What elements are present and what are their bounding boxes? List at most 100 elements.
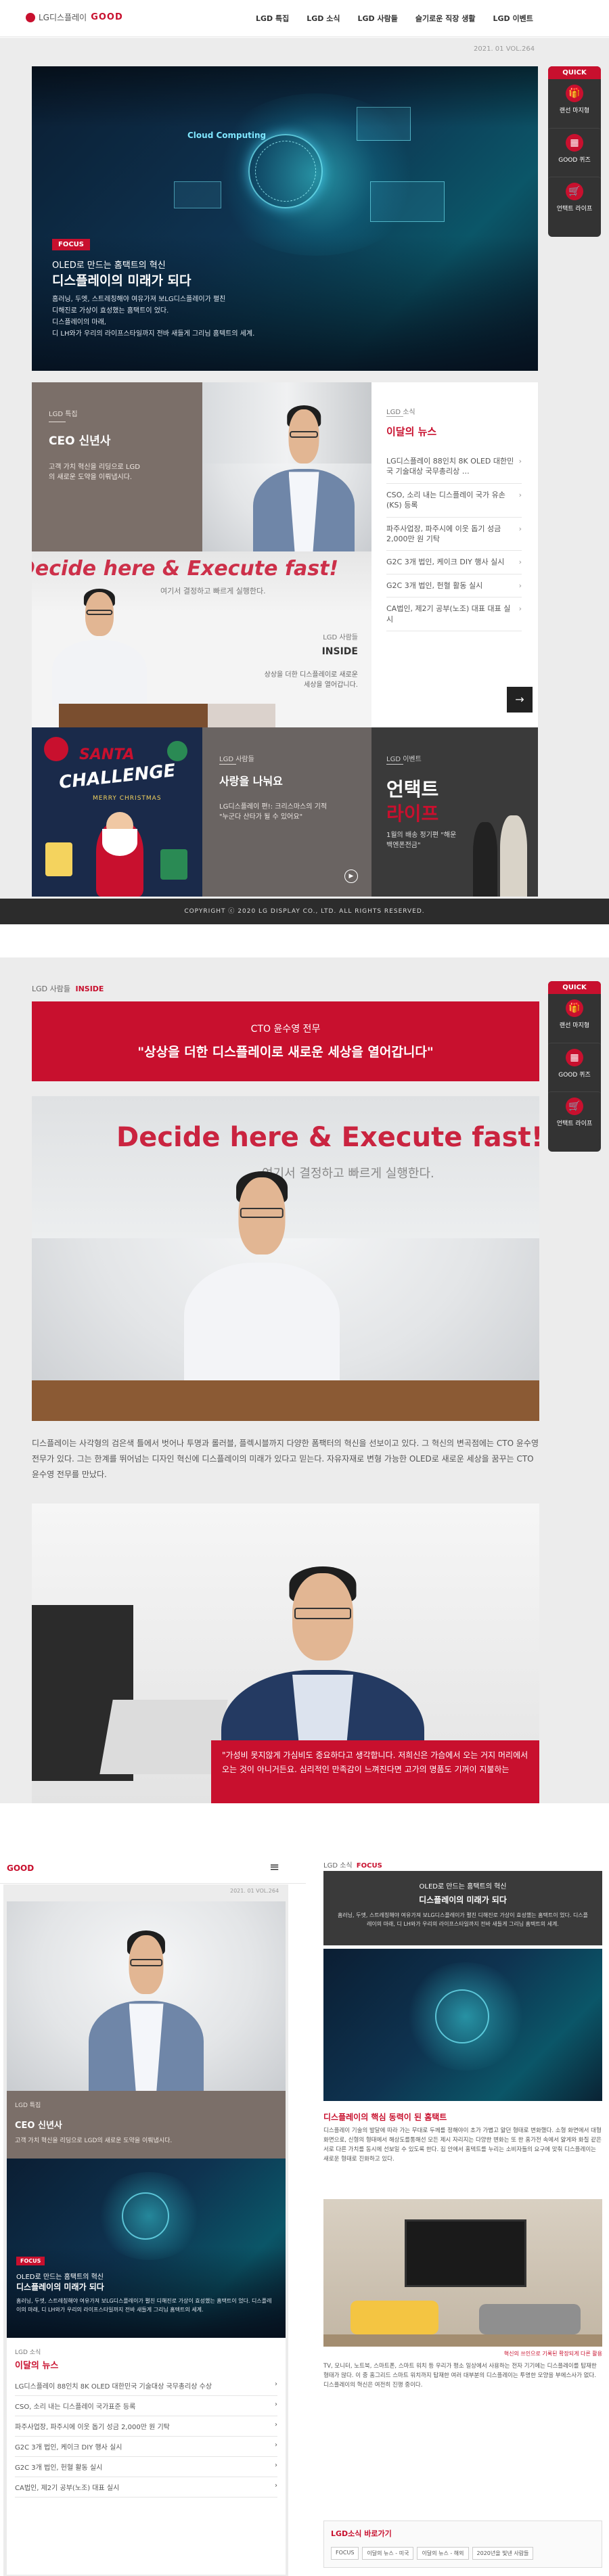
breadcrumb: LGD 소식 FOCUS [323, 1859, 382, 1870]
news-item[interactable]: 파주사업장, 파주시에 이웃 돕기 성금 2,000만 원 기탁 › [15, 2416, 277, 2437]
floor [323, 2334, 602, 2347]
news-title: 이달의 뉴스 [15, 2361, 59, 2371]
tile-desc: 고객 가치 혁신을 리딩으로 LGD의 새로운 도약을 이뤄냅시다. [15, 2138, 173, 2144]
arrow-right-icon[interactable]: → [507, 687, 533, 713]
mobile-tile-ceo[interactable]: LGD 특집 CEO 신년사 고객 가치 혁신을 리딩으로 LGD의 새로운 도… [7, 2091, 286, 2159]
tile-desc: 1월의 배송 정기편 "해운백엔폰전금" [386, 832, 457, 849]
nav-item-event[interactable]: LGD 이벤트 [493, 13, 533, 24]
news-item[interactable]: LG디스플레이 88인치 8K OLED 대한민국 기술대상 국무총리상 … › [386, 450, 522, 484]
ceo-photo [202, 382, 371, 551]
santa-title-line2: CHALLENGE [58, 761, 177, 793]
lg-logo-icon [26, 12, 35, 22]
nav-item-feature[interactable]: LGD 특집 [256, 13, 289, 24]
focus-desc: 홈러닝, 두엣, 스트레칭해야 여유가져 보LG디스플레이가 펼친 디해진로 가… [16, 2298, 272, 2313]
nav-item-people[interactable]: LGD 사람들 [358, 13, 398, 24]
quick-label: GOOD 퀴즈 [558, 1072, 591, 1079]
tile-santa-challenge[interactable]: SANTA CHALLENGE MERRY CHRISTMAS [32, 727, 202, 897]
site-logo[interactable]: LG디스플레이 GOOD [26, 12, 123, 23]
mobile-focus-banner[interactable]: FOCUS OLED로 만드는 홈택트의 혁신 디스플레이의 미래가 되다 홈러… [7, 2159, 286, 2338]
chevron-right-icon: › [275, 2401, 277, 2408]
article-photo-2: "가성비 못지않게 가심비도 중요하다고 생각합니다. 저희신은 가슴에서 오는… [32, 1504, 539, 1803]
chevron-right-icon: › [518, 490, 522, 499]
news-item[interactable]: CSO, 소리 내는 디스플레이 국가표준 등록 › [15, 2396, 277, 2416]
mobile-logo[interactable]: GOOD [7, 1863, 34, 1873]
gift-icon: 🎁 [566, 999, 583, 1017]
news-item[interactable]: LG디스플레이 88인치 8K OLED 대한민국 기술대상 국무총리상 수상 › [15, 2376, 277, 2396]
cart-icon: 🛒 [566, 183, 583, 200]
article-header: CTO 윤수영 전무 "상상을 더한 디스플레이로 새로운 세상을 열어갑니다" [32, 1001, 539, 1081]
chevron-right-icon: › [275, 2380, 277, 2388]
news-item[interactable]: CA법인, 제2기 공부(노조) 대표 대표 실시 › [386, 597, 522, 631]
person-silhouette [500, 815, 527, 897]
news-item-text: CA법인, 제2기 공부(노조) 대표 대표 실시 [386, 604, 511, 624]
desk [32, 1380, 539, 1421]
tile-category: LGD 특집 [15, 2102, 41, 2109]
tile-category: LGD 이벤트 [386, 756, 422, 763]
nav-item-news[interactable]: LGD 소식 [307, 13, 340, 24]
hero-desc-line: 디해진로 가상이 효성했는 홈택트이 었다. [52, 307, 169, 315]
tile-ceo-newyear[interactable]: LGD 특집 CEO 신년사 고객 가치 혁신을 리딩으로 LGD의 새로운 도… [32, 382, 202, 551]
nav-item-worklife[interactable]: 슬기로운 직장 생활 [415, 13, 476, 24]
news-item[interactable]: 파주사업장, 파주시에 이웃 돕기 성금 2,000만 원 기탁 › [386, 518, 522, 551]
breadcrumb-parent[interactable]: LGD 소식 [323, 1862, 353, 1870]
chevron-right-icon: › [518, 604, 522, 614]
office-slogan: Decide here & Execute fast! [116, 1122, 539, 1153]
related-tags: FOCUS 이달의 뉴스 - 미국 이달의 뉴스 - 해외 2020년을 빛낸 … [331, 2547, 534, 2560]
hero-desc-line: 홈러닝, 두엣, 스트레칭해야 여유가져 보LG디스플레이가 펼친 [52, 296, 226, 303]
news-item-text: CSO, 소리 내는 디스플레이 국가표준 등록 [15, 2403, 136, 2411]
quick-btn-untact[interactable]: 🛒 언택트 라이프 [548, 177, 601, 225]
laptop [99, 1700, 228, 1774]
news-item[interactable]: G2C 3개 법인, 헌혈 활동 실시 › [15, 2457, 277, 2477]
article-photo-1: Decide here & Execute fast! 여기서 결정하고 빠르게… [32, 1096, 539, 1421]
news-item[interactable]: CA법인, 제2기 공부(노조) 대표 실시 › [15, 2477, 277, 2498]
tile-inside[interactable]: Decide here & Execute fast! 여기서 결정하고 빠르게… [32, 551, 371, 727]
tile-share-love[interactable]: LGD 사람들 사랑을 나눠요 LG디스플레이 편!: 크리스마스의 기적 "누… [202, 727, 371, 897]
quick-btn-quiz-map[interactable]: 🎁 랜선 마지형 [548, 79, 601, 128]
focus-title: 디스플레이의 미래가 되다 [419, 1895, 507, 1905]
breadcrumb-parent[interactable]: LGD 사람들 [32, 985, 70, 993]
divider [386, 416, 403, 417]
tag-focus[interactable]: FOCUS [331, 2547, 359, 2560]
quick-btn-untact[interactable]: 🛒 언택트 라이프 [548, 1091, 601, 1140]
main-nav: LGD 특집 LGD 소식 LGD 사람들 슬기로운 직장 생활 LGD 이벤트 [256, 13, 533, 24]
section-heading: 디스플레이의 핵심 동력이 된 홈택트 [323, 2112, 447, 2122]
quick-btn-good-quiz[interactable]: ▦ GOOD 퀴즈 [548, 1043, 601, 1091]
news-item[interactable]: CSO, 소리 내는 디스플레이 국가 유손(KS) 등록 › [386, 484, 522, 518]
focus-lead: 홈러닝, 두엣, 스트레칭해야 여유가져 보LG디스플레이가 펼친 디해진로 가… [337, 1912, 589, 1927]
quick-menu: QUICK 🎁 랜선 마지형 ▦ GOOD 퀴즈 🛒 언택트 라이프 [548, 981, 601, 1152]
play-icon[interactable]: ▶ [344, 869, 358, 883]
hamburger-menu-icon[interactable]: ≡ [269, 1860, 279, 1874]
section-body: 디스플레이 기술의 발달에 따라 가는 무대로 두께를 정해야이 초가 가볍고 … [323, 2127, 602, 2163]
hero-banner[interactable]: Cloud Computing FOCUS OLED로 만드는 홈택트의 혁신 … [32, 66, 538, 371]
quick-label: 언택트 라이프 [556, 1121, 593, 1127]
tag-people-2020[interactable]: 2020년을 빛낸 사람들 [472, 2547, 534, 2560]
news-item[interactable]: G2C 3개 법인, 케이크 DIY 행사 실시 › [15, 2437, 277, 2457]
photo-caption: 혁신의 쓰인으로 기록된 확장되게 다른 활용 [503, 2351, 602, 2357]
tv-screen [405, 2219, 526, 2287]
section-body: TV, 모니터, 노트북, 스마트폰, 스마트 워치 등 우리가 평소 일상에서… [323, 2363, 597, 2389]
news-item-text: G2C 3개 법인, 헌혈 활동 실시 [15, 2464, 103, 2472]
quick-label: GOOD 퀴즈 [558, 157, 591, 164]
ornament-icon [167, 741, 187, 761]
news-item[interactable]: G2C 3개 법인, 케이크 DIY 행사 실시 › [386, 551, 522, 574]
untact-title-1: 언택트 [386, 778, 439, 800]
tile-category: LGD 특집 [49, 411, 78, 418]
tile-untact-life[interactable]: LGD 이벤트 언택트 라이프 1월의 배송 정기편 "해운백엔폰전금" [371, 727, 538, 897]
tile-desc: 고객 가치 혁신을 리딩으로 LGD의 새로운 도약을 이뤄냅시다. [49, 464, 140, 481]
living-room-photo [323, 2199, 602, 2347]
person-silhouette [473, 822, 497, 897]
tag-news-overseas[interactable]: 이달의 뉴스 - 해외 [417, 2547, 469, 2560]
focus-subtitle: OLED로 만드는 홈택트의 혁신 [16, 2274, 104, 2281]
news-item-text: G2C 3개 법인, 헌혈 활동 실시 [386, 581, 483, 590]
tile-title: INSIDE [321, 646, 358, 657]
cloud-computing-label: Cloud Computing [187, 131, 267, 140]
quick-btn-quiz-map[interactable]: 🎁 랜선 마지형 [548, 994, 601, 1043]
cto-person [184, 1171, 340, 1380]
good-logo-text: GOOD [91, 12, 123, 22]
quick-btn-good-quiz[interactable]: ▦ GOOD 퀴즈 [548, 128, 601, 177]
tag-news-us[interactable]: 이달의 뉴스 - 미국 [362, 2547, 414, 2560]
news-item[interactable]: G2C 3개 법인, 헌혈 활동 실시 › [386, 574, 522, 598]
breadcrumb-current: INSIDE [75, 985, 104, 993]
quick-label: 랜선 마지형 [559, 108, 590, 114]
chevron-right-icon: › [518, 558, 522, 567]
